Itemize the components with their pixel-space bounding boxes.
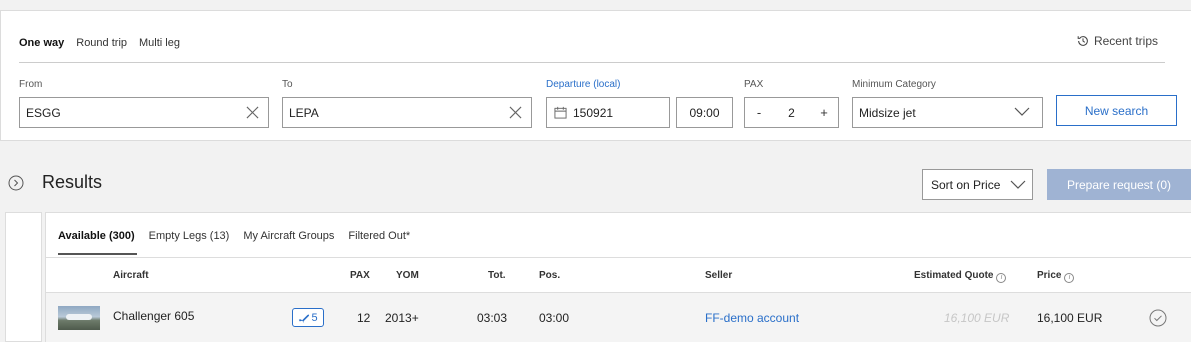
- col-price[interactable]: Price i: [1037, 270, 1075, 283]
- from-field[interactable]: ESGG: [19, 97, 269, 128]
- tot-cell: 03:03: [477, 311, 508, 325]
- to-field[interactable]: LEPA: [282, 97, 532, 128]
- pax-cell: 12: [357, 311, 371, 325]
- tab-my-aircraft-groups[interactable]: My Aircraft Groups: [243, 230, 334, 242]
- collapse-icon[interactable]: [8, 175, 24, 191]
- pax-decrement-button[interactable]: -: [753, 105, 765, 120]
- pax-label: PAX: [744, 79, 764, 90]
- sort-select[interactable]: Sort on Price: [922, 169, 1033, 200]
- departure-time-value: 09:00: [689, 105, 720, 120]
- category-label: Minimum Category: [852, 79, 936, 90]
- recent-trips-label: Recent trips: [1093, 34, 1158, 48]
- aircraft-thumbnail: [58, 306, 100, 330]
- col-tot[interactable]: Tot.: [488, 270, 506, 281]
- tab-available[interactable]: Available (300): [58, 230, 135, 242]
- tab-multi-leg[interactable]: Multi leg: [139, 37, 180, 49]
- new-search-button[interactable]: New search: [1056, 95, 1177, 126]
- trip-tabs-divider: [19, 62, 1165, 63]
- flight-icon: [299, 314, 310, 324]
- category-select[interactable]: Midsize jet: [852, 97, 1043, 128]
- trip-type-tabs: One way Round trip Multi leg: [19, 37, 180, 49]
- tab-one-way[interactable]: One way: [19, 37, 64, 49]
- col-estimated-quote-label: Estimated Quote: [914, 270, 994, 281]
- clear-icon[interactable]: [503, 101, 527, 125]
- col-yom[interactable]: YOM: [396, 270, 419, 281]
- info-icon[interactable]: i: [996, 273, 1007, 283]
- table-row[interactable]: Challenger 605 5 12 2013+ 03:03 03:00 FF…: [46, 292, 1191, 342]
- results-tabs: Available (300) Empty Legs (13) My Aircr…: [58, 230, 410, 242]
- departure-label: Departure (local): [546, 79, 621, 90]
- col-pax[interactable]: PAX: [350, 270, 370, 281]
- departure-time-field[interactable]: 09:00: [676, 97, 733, 128]
- tab-empty-legs[interactable]: Empty Legs (13): [149, 230, 230, 242]
- sort-label: Sort on Price: [931, 177, 1001, 192]
- pax-value: 2: [788, 105, 795, 120]
- price-cell: 16,100 EUR: [1037, 311, 1103, 325]
- from-value: ESGG: [26, 105, 61, 120]
- aircraft-name: Challenger 605: [113, 309, 195, 323]
- departure-date-value: 150921: [573, 105, 614, 120]
- to-value: LEPA: [289, 105, 319, 120]
- col-seller[interactable]: Seller: [705, 270, 732, 281]
- yom-cell: 2013+: [385, 311, 419, 325]
- departure-date-field[interactable]: 150921: [546, 97, 670, 128]
- info-icon[interactable]: i: [1064, 273, 1075, 283]
- col-aircraft[interactable]: Aircraft: [113, 270, 149, 281]
- flight-count: 5: [311, 311, 318, 324]
- pax-stepper[interactable]: - 2 +: [744, 97, 839, 128]
- col-pos[interactable]: Pos.: [539, 270, 560, 281]
- left-rail: [5, 212, 42, 342]
- search-panel: One way Round trip Multi leg Recent trip…: [0, 10, 1191, 141]
- estimated-quote-cell: 16,100 EUR: [944, 311, 1010, 325]
- flight-count-badge[interactable]: 5: [292, 308, 324, 327]
- results-panel: Available (300) Empty Legs (13) My Aircr…: [45, 212, 1191, 342]
- active-tab-underline: [58, 253, 137, 255]
- category-value: Midsize jet: [859, 105, 916, 120]
- pax-increment-button[interactable]: +: [818, 105, 830, 120]
- results-title: Results: [42, 172, 103, 192]
- chevron-down-icon: [1014, 106, 1030, 120]
- clear-icon[interactable]: [240, 101, 264, 125]
- col-estimated-quote[interactable]: Estimated Quote i: [914, 270, 1007, 283]
- pos-cell: 03:00: [539, 311, 570, 325]
- chevron-down-icon: [1010, 180, 1026, 189]
- check-circle-icon[interactable]: [1149, 309, 1167, 327]
- to-label: To: [282, 79, 293, 90]
- tab-round-trip[interactable]: Round trip: [76, 37, 127, 49]
- table-header: Aircraft PAX YOM Tot. Pos. Seller Estima…: [46, 257, 1191, 292]
- seller-link[interactable]: FF-demo account: [705, 311, 799, 325]
- recent-trips-link[interactable]: Recent trips: [1076, 34, 1158, 48]
- col-price-label: Price: [1037, 270, 1062, 281]
- calendar-icon: [554, 106, 567, 119]
- history-icon: [1077, 36, 1088, 46]
- tab-filtered-out[interactable]: Filtered Out*: [348, 230, 410, 242]
- from-label: From: [19, 79, 43, 90]
- prepare-request-button[interactable]: Prepare request (0): [1047, 169, 1191, 200]
